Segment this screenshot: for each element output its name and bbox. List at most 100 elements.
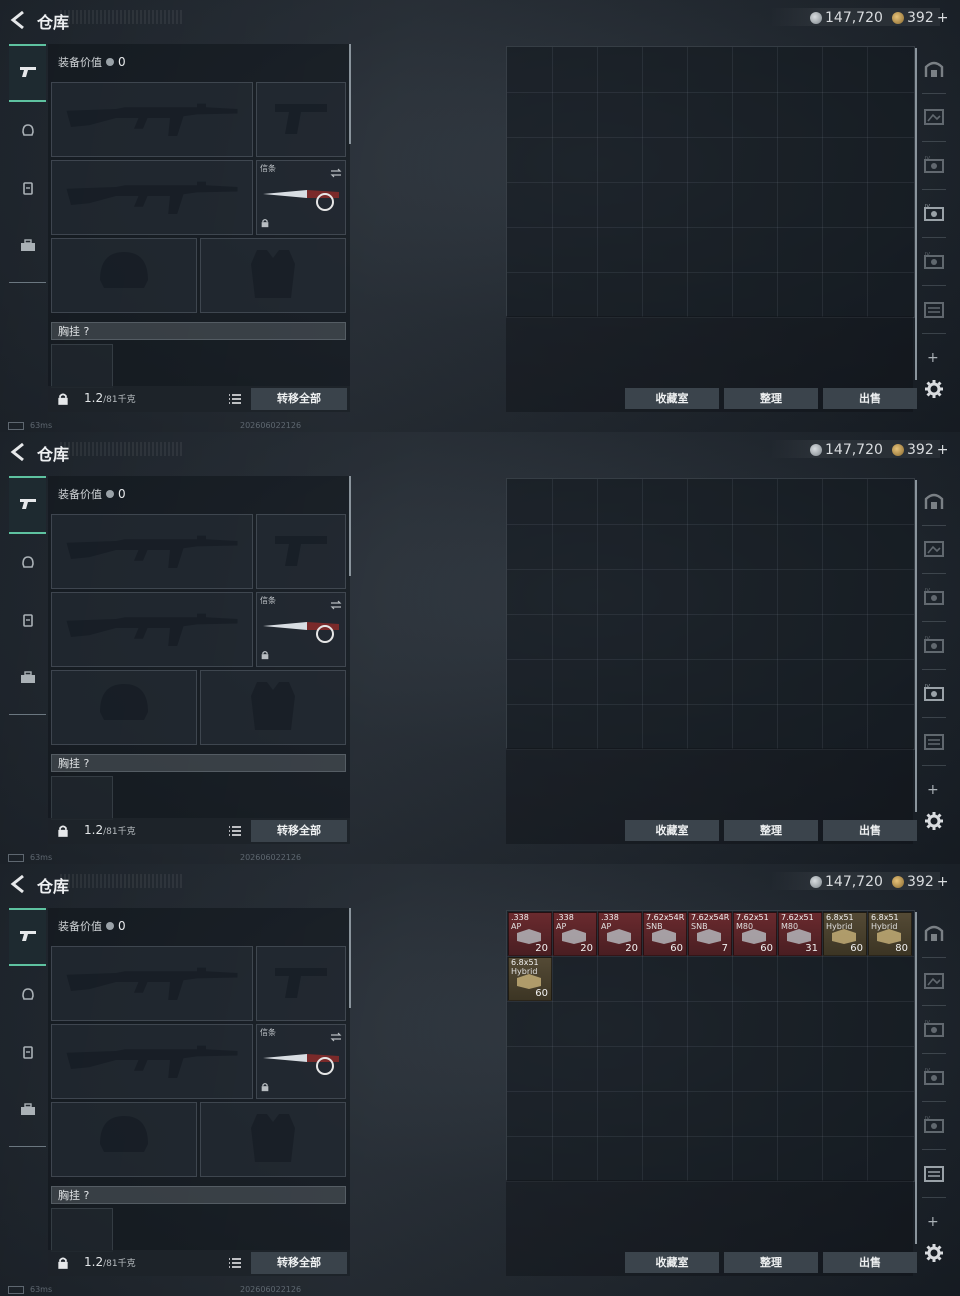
- chest-rig-slot[interactable]: [51, 1208, 113, 1252]
- sort-button[interactable]: 整理: [724, 388, 818, 409]
- sort-button[interactable]: 整理: [724, 1252, 818, 1273]
- lock-icon[interactable]: [56, 823, 70, 842]
- melee-slot[interactable]: 信条: [256, 1024, 346, 1099]
- secondary-weapon-slot[interactable]: [51, 1024, 253, 1099]
- armor-slot[interactable]: [200, 670, 346, 745]
- list-view-button[interactable]: [228, 1254, 246, 1272]
- tab-stash-3[interactable]: IV: [919, 624, 949, 670]
- plus-icon[interactable]: +: [927, 1214, 939, 1230]
- secondary-weapon-slot[interactable]: [51, 160, 253, 235]
- nav-gear[interactable]: [9, 592, 46, 650]
- tab-stash-5[interactable]: [919, 720, 949, 766]
- nav-gear[interactable]: [9, 160, 46, 218]
- helmet-slot[interactable]: [51, 238, 197, 313]
- ammo-item[interactable]: 7.62x51 M80 31: [778, 912, 822, 956]
- pistol-slot[interactable]: [256, 514, 346, 589]
- tab-safehouse[interactable]: [919, 480, 949, 526]
- list-view-button[interactable]: [228, 822, 246, 840]
- chest-rig-slot[interactable]: [51, 776, 113, 820]
- primary-weapon-slot[interactable]: [51, 946, 253, 1021]
- ammo-item[interactable]: 7.62x54R SNB 60: [643, 912, 687, 956]
- stash-grid[interactable]: [506, 478, 915, 750]
- ammo-item[interactable]: .338 AP 20: [508, 912, 552, 956]
- tab-stash-4[interactable]: IV: [919, 672, 949, 718]
- tab-safehouse[interactable]: [919, 48, 949, 94]
- nav-weapons[interactable]: [9, 44, 46, 102]
- nav-cases[interactable]: [9, 1082, 46, 1140]
- ammo-item[interactable]: 7.62x54R SNB 7: [688, 912, 732, 956]
- nav-armor[interactable]: [9, 966, 46, 1024]
- back-button[interactable]: [8, 9, 30, 31]
- helmet-slot[interactable]: [51, 670, 197, 745]
- tab-stash-1[interactable]: [919, 960, 949, 1006]
- pistol-slot[interactable]: [256, 82, 346, 157]
- stash-scrollbar[interactable]: [915, 480, 917, 812]
- transfer-all-button[interactable]: 转移全部: [251, 820, 347, 842]
- ammo-item[interactable]: .338 AP 20: [598, 912, 642, 956]
- ammo-item[interactable]: 6.8x51 Hybrid 60: [823, 912, 867, 956]
- nav-weapons[interactable]: [9, 476, 46, 534]
- gold-currency[interactable]: 392 +: [892, 442, 948, 458]
- stash-grid[interactable]: [506, 46, 915, 318]
- secondary-weapon-slot[interactable]: [51, 592, 253, 667]
- tab-stash-5[interactable]: [919, 288, 949, 334]
- nav-cases[interactable]: [9, 650, 46, 708]
- gold-currency[interactable]: 392 +: [892, 874, 948, 890]
- settings-button[interactable]: [924, 379, 944, 403]
- plus-icon[interactable]: +: [927, 350, 939, 366]
- nav-armor[interactable]: [9, 102, 46, 160]
- melee-slot[interactable]: 信条: [256, 592, 346, 667]
- primary-weapon-slot[interactable]: [51, 514, 253, 589]
- transfer-all-button[interactable]: 转移全部: [251, 1252, 347, 1274]
- back-button[interactable]: [8, 441, 30, 463]
- settings-button[interactable]: [924, 1243, 944, 1267]
- chest-rig-header[interactable]: 胸挂 ?: [51, 322, 346, 340]
- tab-stash-4[interactable]: IV: [919, 240, 949, 286]
- sell-button[interactable]: 出售: [823, 1252, 917, 1273]
- plus-icon[interactable]: +: [927, 782, 939, 798]
- tab-stash-3[interactable]: IV: [919, 1056, 949, 1102]
- pistol-slot[interactable]: [256, 946, 346, 1021]
- primary-weapon-slot[interactable]: [51, 82, 253, 157]
- gold-currency[interactable]: 392 +: [892, 10, 948, 26]
- stash-scrollbar[interactable]: [915, 48, 917, 380]
- stash-scrollbar[interactable]: [915, 912, 917, 1244]
- chest-rig-header[interactable]: 胸挂 ?: [51, 754, 346, 772]
- ammo-item[interactable]: 6.8x51 Hybrid 80: [868, 912, 912, 956]
- stash-grid[interactable]: .338 AP 20.338 AP 20.338 AP 20 7.62x54R SNB 60 7.6…: [506, 910, 915, 1182]
- nav-armor[interactable]: [9, 534, 46, 592]
- armor-slot[interactable]: [200, 1102, 346, 1177]
- tab-stash-2[interactable]: IV: [919, 144, 949, 190]
- tab-stash-3[interactable]: IV: [919, 192, 949, 238]
- tab-stash-2[interactable]: IV: [919, 1008, 949, 1054]
- tab-safehouse[interactable]: [919, 912, 949, 958]
- ammo-item[interactable]: 6.8x51 Hybrid 60: [508, 957, 552, 1001]
- collection-button[interactable]: 收藏室: [625, 1252, 719, 1273]
- armor-slot[interactable]: [200, 238, 346, 313]
- collection-button[interactable]: 收藏室: [625, 388, 719, 409]
- tab-stash-1[interactable]: [919, 96, 949, 142]
- lock-icon[interactable]: [56, 391, 70, 410]
- tab-stash-4[interactable]: IV: [919, 1104, 949, 1150]
- list-view-button[interactable]: [228, 390, 246, 408]
- tab-stash-1[interactable]: [919, 528, 949, 574]
- sell-button[interactable]: 出售: [823, 820, 917, 841]
- lock-icon[interactable]: [56, 1255, 70, 1274]
- ammo-item[interactable]: .338 AP 20: [553, 912, 597, 956]
- sell-button[interactable]: 出售: [823, 388, 917, 409]
- helmet-slot[interactable]: [51, 1102, 197, 1177]
- equipment-scrollbar[interactable]: [349, 44, 351, 144]
- ammo-item[interactable]: 7.62x51 M80 60: [733, 912, 777, 956]
- equipment-scrollbar[interactable]: [349, 476, 351, 576]
- chest-rig-header[interactable]: 胸挂 ?: [51, 1186, 346, 1204]
- collection-button[interactable]: 收藏室: [625, 820, 719, 841]
- melee-slot[interactable]: 信条: [256, 160, 346, 235]
- sort-button[interactable]: 整理: [724, 820, 818, 841]
- nav-gear[interactable]: [9, 1024, 46, 1082]
- nav-weapons[interactable]: [9, 908, 46, 966]
- equipment-scrollbar[interactable]: [349, 908, 351, 1008]
- nav-cases[interactable]: [9, 218, 46, 276]
- settings-button[interactable]: [924, 811, 944, 835]
- back-button[interactable]: [8, 873, 30, 895]
- tab-stash-2[interactable]: IV: [919, 576, 949, 622]
